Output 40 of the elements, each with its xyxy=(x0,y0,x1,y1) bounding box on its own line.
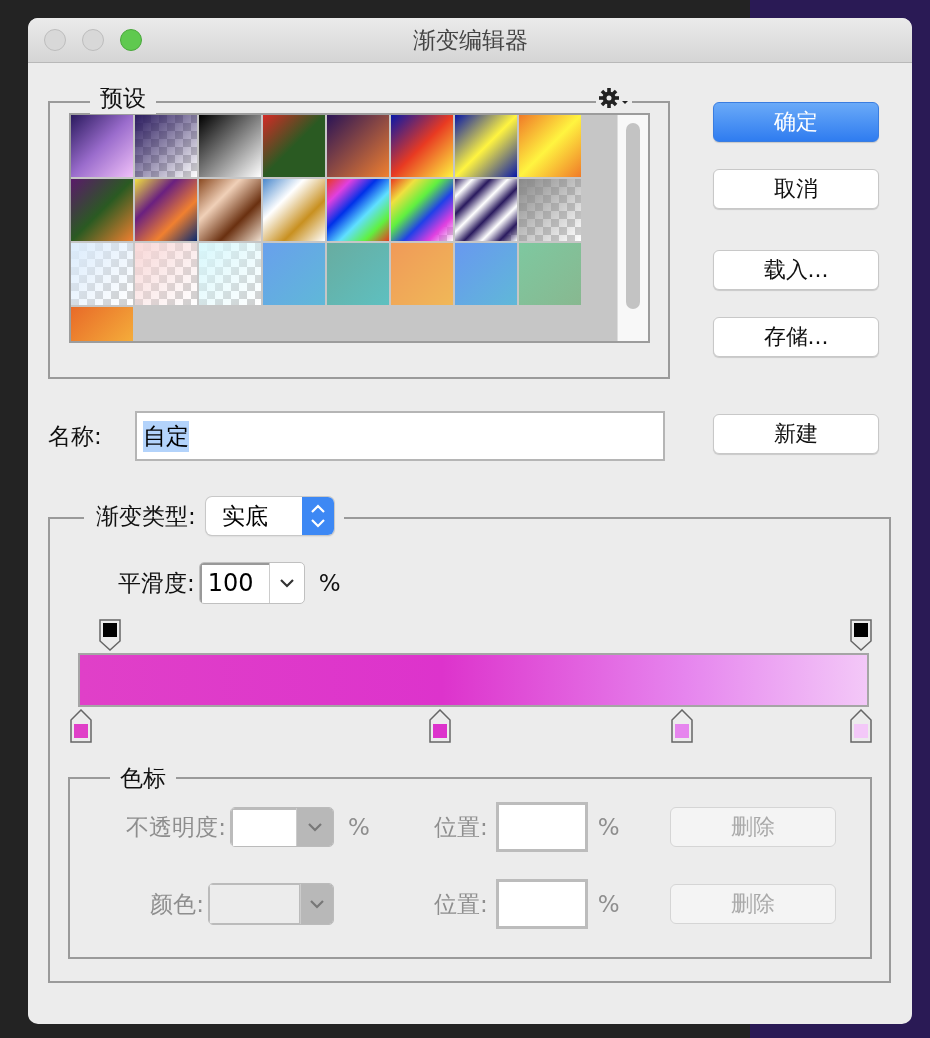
stop-field-label: 不透明度: xyxy=(126,812,226,842)
color-stops-title: 色标 xyxy=(110,765,176,791)
position-label: 位置: xyxy=(434,812,488,842)
gradient-preset[interactable] xyxy=(199,179,261,241)
gradient-preset[interactable] xyxy=(135,115,197,177)
window-title: 渐变编辑器 xyxy=(412,25,528,55)
window-close-button[interactable] xyxy=(44,29,66,51)
up-down-arrows-icon[interactable] xyxy=(301,497,334,535)
name-input[interactable]: 自定 xyxy=(134,411,665,461)
opacity-stop[interactable] xyxy=(98,619,121,651)
dialog-button[interactable]: 存储... xyxy=(713,317,879,357)
percent-label: % xyxy=(597,814,620,840)
gradient-preset[interactable] xyxy=(71,115,133,177)
window-zoom-button[interactable] xyxy=(120,29,142,51)
color-stop[interactable] xyxy=(70,709,92,743)
color-stop[interactable] xyxy=(850,709,872,743)
color-combo[interactable] xyxy=(208,883,334,925)
percent-label: % xyxy=(597,891,620,917)
window-minimize-button[interactable] xyxy=(82,29,104,51)
position-input[interactable] xyxy=(495,879,588,929)
scrollbar[interactable] xyxy=(617,115,648,341)
gradient-preset[interactable] xyxy=(199,115,261,177)
gradient-type-label: 渐变类型: xyxy=(96,501,196,531)
color-stop[interactable] xyxy=(428,709,451,743)
gradient-preset[interactable] xyxy=(455,115,517,177)
name-label: 名称: xyxy=(48,421,102,451)
percent-label: % xyxy=(348,814,371,840)
smoothness-label: 平滑度: xyxy=(118,568,195,598)
opacity-stop[interactable] xyxy=(850,619,872,651)
dialog-button[interactable]: 新建 xyxy=(713,414,879,454)
stop-field-label: 颜色: xyxy=(150,889,204,919)
dialog-button[interactable]: 取消 xyxy=(713,169,879,209)
gradient-preset[interactable] xyxy=(455,179,517,241)
color-stop[interactable] xyxy=(670,709,693,743)
position-label: 位置: xyxy=(434,889,488,919)
gradient-preset[interactable] xyxy=(391,115,453,177)
dialog-button[interactable]: 载入... xyxy=(713,250,879,290)
gradient-type-select[interactable]: 实底 xyxy=(205,497,334,535)
smoothness-combo[interactable]: 100 xyxy=(198,562,305,604)
percent-label: % xyxy=(318,570,341,596)
